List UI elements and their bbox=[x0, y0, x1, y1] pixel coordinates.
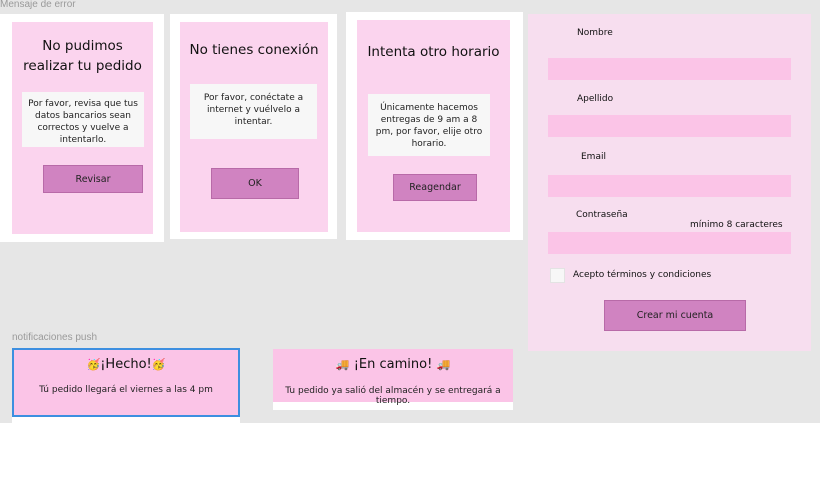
error-card-schedule: Intenta otro horario Únicamente hacemos … bbox=[357, 20, 510, 232]
review-button[interactable]: Revisar bbox=[43, 165, 143, 193]
design-canvas: Mensaje de error No pudimos realizar tu … bbox=[0, 0, 820, 423]
terms-checkbox[interactable] bbox=[550, 268, 565, 283]
party-icon: 🥳 bbox=[151, 358, 166, 371]
push-title-text: ¡Hecho! bbox=[100, 357, 152, 372]
error-section-label: Mensaje de error bbox=[0, 0, 76, 10]
error-message: Únicamente hacemos entregas de 9 am a 8 … bbox=[368, 94, 490, 156]
password-label: Contraseña bbox=[576, 210, 628, 220]
name-input[interactable] bbox=[548, 58, 791, 80]
push-body: Tu pedido ya salió del almacén y se entr… bbox=[285, 386, 501, 406]
truck-icon: 🚚 bbox=[335, 358, 350, 371]
push-section-label: notificaciones push bbox=[12, 332, 98, 343]
error-frame-connection[interactable]: No tienes conexión Por favor, conéctate … bbox=[170, 14, 337, 239]
push-title-text: ¡En camino! bbox=[353, 357, 433, 372]
password-input[interactable] bbox=[548, 232, 791, 254]
party-icon: 🥳 bbox=[86, 358, 101, 371]
error-title: No pudimos realizar tu pedido bbox=[23, 38, 142, 74]
email-label: Email bbox=[581, 152, 606, 162]
password-hint: mínimo 8 caracteres bbox=[690, 220, 783, 230]
signup-form: Nombre Apellido Email Contraseña mínimo … bbox=[528, 14, 811, 351]
email-input[interactable] bbox=[548, 175, 791, 197]
push-notification-on-the-way[interactable]: 🚚 ¡En camino! 🚚 Tu pedido ya salió del a… bbox=[273, 349, 513, 406]
push-body: Tú pedido llegará el viernes a las 4 pm bbox=[39, 385, 213, 395]
reschedule-button[interactable]: Reagendar bbox=[393, 174, 477, 201]
error-title: No tienes conexión bbox=[189, 42, 319, 58]
push-title: 🥳¡Hecho!🥳 bbox=[14, 357, 238, 372]
error-frame-schedule[interactable]: Intenta otro horario Únicamente hacemos … bbox=[346, 12, 523, 240]
error-message: Por favor, revisa que tus datos bancario… bbox=[22, 92, 144, 147]
error-message: Por favor, conéctate a internet y vuélve… bbox=[190, 84, 317, 139]
push-title: 🚚 ¡En camino! 🚚 bbox=[273, 357, 513, 372]
lastname-label: Apellido bbox=[577, 94, 614, 104]
push-notification-done[interactable]: 🥳¡Hecho!🥳 Tú pedido llegará el viernes a… bbox=[12, 348, 240, 417]
error-card-order: No pudimos realizar tu pedido Por favor,… bbox=[12, 22, 153, 234]
error-card-connection: No tienes conexión Por favor, conéctate … bbox=[180, 22, 328, 232]
lastname-input[interactable] bbox=[548, 115, 791, 137]
name-label: Nombre bbox=[577, 28, 613, 38]
ok-button[interactable]: OK bbox=[211, 168, 299, 199]
create-account-button[interactable]: Crear mi cuenta bbox=[604, 300, 746, 331]
error-title: Intenta otro horario bbox=[367, 44, 500, 60]
truck-icon: 🚚 bbox=[436, 358, 451, 371]
terms-label: Acepto términos y condiciones bbox=[573, 270, 712, 280]
error-frame-order[interactable]: No pudimos realizar tu pedido Por favor,… bbox=[0, 14, 164, 242]
